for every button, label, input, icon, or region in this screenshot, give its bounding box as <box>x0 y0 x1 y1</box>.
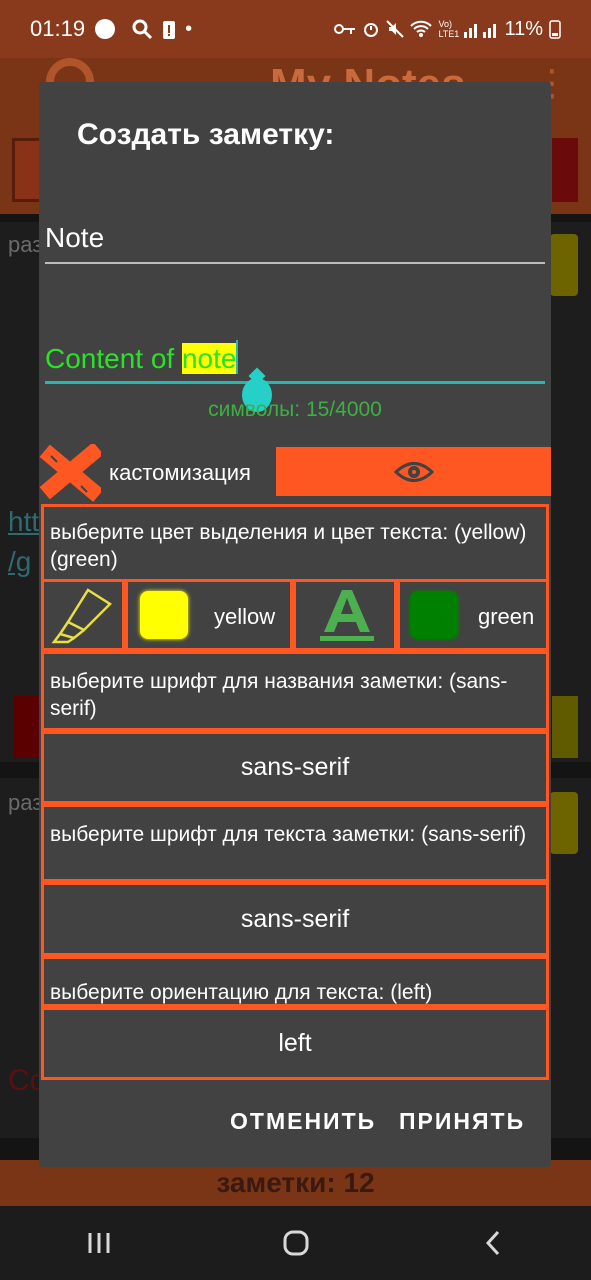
network-label: Vo) LTE1 <box>438 19 460 39</box>
text-color-value[interactable]: green <box>397 579 549 651</box>
customization-row: кастомизация <box>39 444 551 502</box>
highlight-color-value[interactable]: yellow <box>125 579 293 651</box>
eye-icon <box>393 461 434 482</box>
home-icon[interactable] <box>281 1228 311 1258</box>
text-font-value: sans-serif <box>240 904 350 933</box>
alarm-icon <box>364 23 379 37</box>
orientation-prompt: выберите ориентацию для текста: (left) <box>50 981 433 1004</box>
accept-button[interactable]: ПРИНЯТЬ <box>399 1108 525 1135</box>
orientation-selector[interactable]: left <box>41 1007 549 1080</box>
highlight-color-label: yellow <box>214 604 276 629</box>
notification-dot-icon <box>95 19 116 39</box>
text-color-picker[interactable] <box>293 579 397 651</box>
background-search-box <box>12 138 42 202</box>
title-font-selector[interactable]: sans-serif <box>41 731 549 804</box>
text-color-icon <box>320 590 374 641</box>
background-text: раз <box>8 232 43 257</box>
status-right: Vo) LTE1 11% <box>334 18 561 41</box>
more-notifications-icon: • <box>185 17 193 40</box>
recents-icon[interactable] <box>84 1228 114 1258</box>
text-font-prompt-box: выберите шрифт для текста заметки: (sans… <box>41 804 549 882</box>
key-icon <box>334 24 356 34</box>
status-time: 01:19 <box>30 16 86 41</box>
background-action-box <box>552 138 578 202</box>
preview-toggle-button[interactable] <box>276 447 551 496</box>
background-delete-button <box>14 696 40 758</box>
title-font-prompt-box: выберите шрифт для названия заметки: (sa… <box>41 651 549 731</box>
green-swatch <box>410 591 458 639</box>
text-cursor <box>236 340 239 374</box>
highlight-color-picker[interactable] <box>41 579 125 651</box>
back-icon[interactable] <box>478 1228 508 1258</box>
note-title-input[interactable]: Note <box>45 220 545 264</box>
colors-prompt-box: выберите цвет выделения и цвет текста: (… <box>41 504 549 582</box>
note-content-highlighted-text: note <box>181 343 237 374</box>
wifi-icon <box>410 20 433 37</box>
dialog-title: Создать заметку: <box>77 118 335 151</box>
text-font-prompt: выберите шрифт для текста заметки: (sans… <box>50 823 527 846</box>
system-nav-bar <box>0 1206 591 1280</box>
background-text: раз <box>8 790 43 815</box>
background-sticky-icon <box>550 792 578 854</box>
battery-icon <box>549 20 561 39</box>
orientation-prompt-box: выберите ориентацию для текста: (left) <box>41 956 549 1007</box>
orientation-value: left <box>278 1029 312 1057</box>
title-font-prompt: выберите шрифт для названия заметки: (sa… <box>50 670 508 720</box>
highlighter-icon <box>51 588 112 644</box>
mute-icon <box>386 20 405 38</box>
colors-prompt: выберите цвет выделения и цвет текста: (… <box>50 521 527 571</box>
customization-label: кастомизация <box>109 460 251 485</box>
background-edit-button <box>552 696 578 758</box>
ruler-pencil-icon <box>39 444 101 502</box>
yellow-swatch <box>140 591 188 639</box>
notes-count-label: заметки: 12 <box>216 1167 375 1198</box>
text-font-selector[interactable]: sans-serif <box>41 882 549 956</box>
background-link: /g <box>8 546 32 577</box>
note-content-text: Content of <box>45 343 182 374</box>
title-font-value: sans-serif <box>240 753 350 781</box>
background-link: htt <box>8 506 40 537</box>
cancel-button[interactable]: ОТМЕНИТЬ <box>230 1108 376 1135</box>
status-left-icons: • <box>95 18 192 41</box>
note-content-input[interactable]: Content of note <box>45 334 545 384</box>
battery-alert-icon <box>163 21 176 39</box>
status-bar: 01:19 • Vo) LTE1 11% <box>0 0 591 58</box>
background-sticky-icon <box>550 234 578 296</box>
text-color-label: green <box>478 604 535 629</box>
char-counter: символы: 15/4000 <box>208 398 382 421</box>
battery-percent: 11% <box>504 17 543 40</box>
signal-icon <box>464 24 497 38</box>
search-icon <box>132 19 153 40</box>
create-note-dialog: Создать заметку: Note Content of note си… <box>39 82 551 1167</box>
